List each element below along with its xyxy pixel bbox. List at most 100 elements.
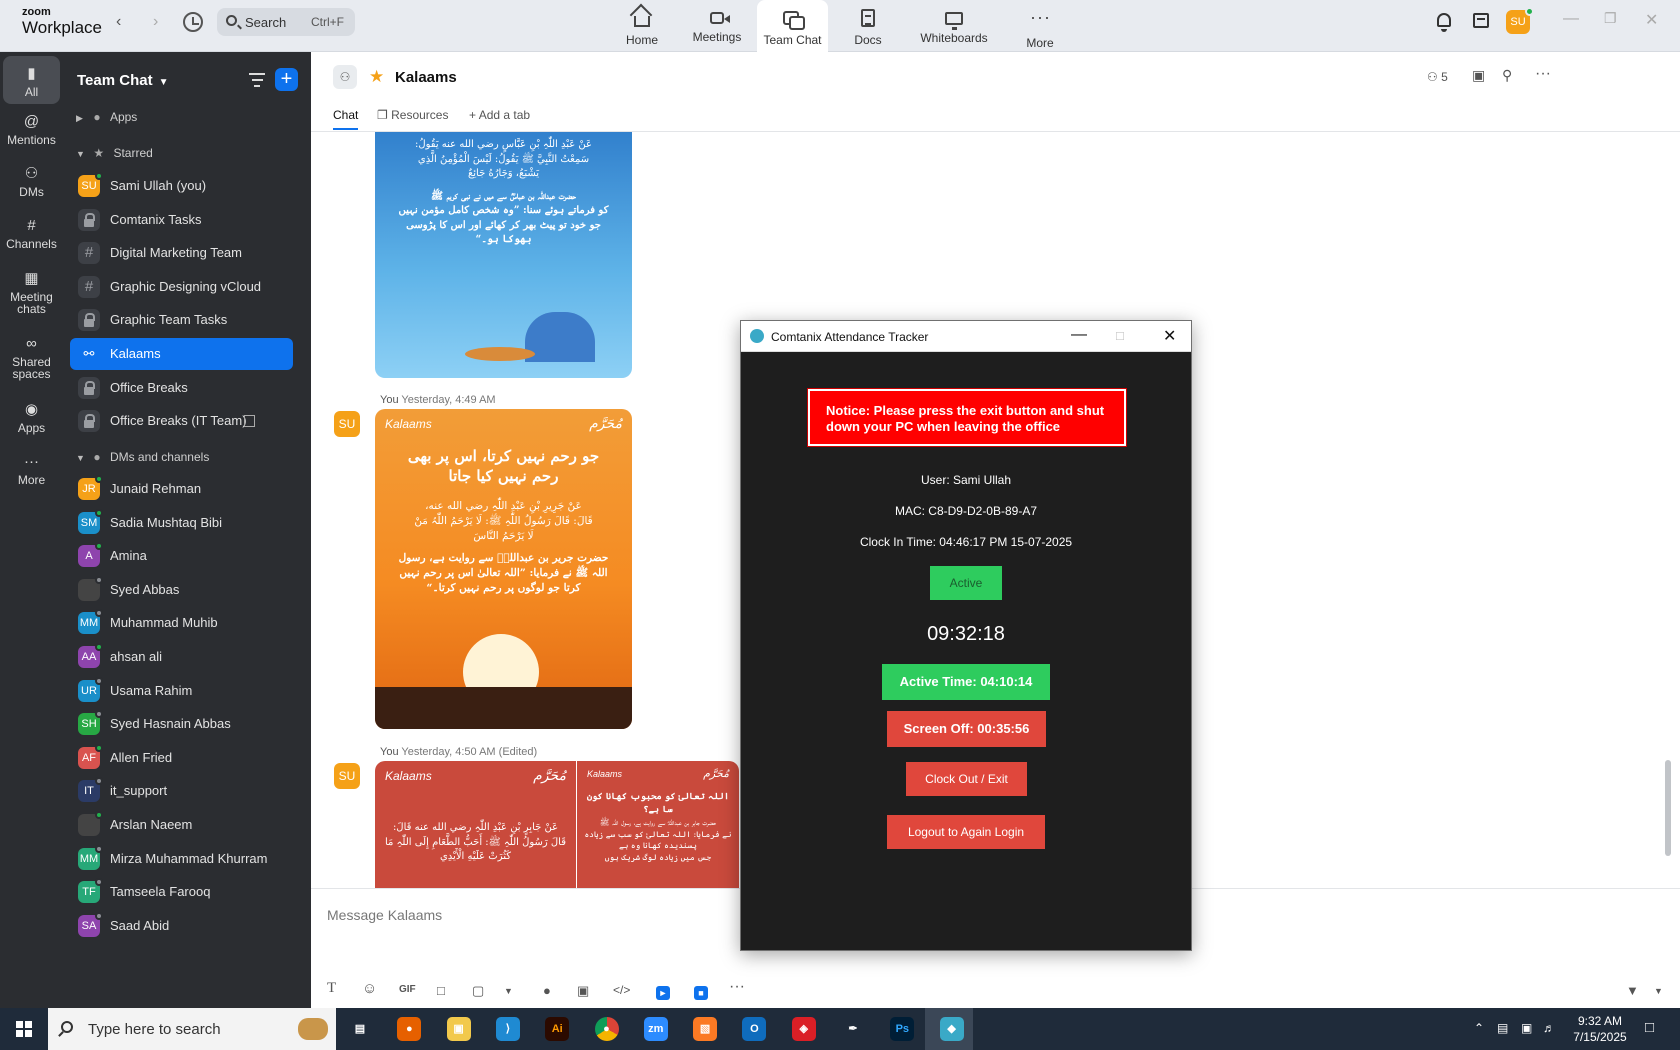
zoom-app-icon[interactable]: ■ bbox=[694, 986, 708, 1000]
tab-chat[interactable]: Chat bbox=[333, 108, 359, 130]
creative-cloud-icon[interactable]: ◈ bbox=[791, 1017, 816, 1041]
search-input[interactable]: Search Ctrl+F bbox=[217, 8, 355, 36]
starred-section[interactable]: ▼ ★ Starred bbox=[76, 146, 153, 160]
sidebar-item-dm-13[interactable]: SA Saad Abid bbox=[70, 910, 293, 942]
attendance-tracker-icon[interactable]: ◆ bbox=[939, 1017, 964, 1041]
tab-team-chat[interactable]: Team Chat bbox=[757, 0, 828, 53]
tab-add[interactable]: + Add a tab bbox=[469, 108, 530, 122]
sidebar-item-dm-6[interactable]: UR Usama Rahim bbox=[70, 675, 293, 707]
sidebar-item-starred-2[interactable]: # Digital Marketing Team bbox=[70, 237, 293, 269]
notification-center-icon[interactable]: □ bbox=[1645, 1019, 1654, 1036]
audio-icon[interactable]: ● bbox=[543, 983, 551, 998]
new-chat-button[interactable]: + bbox=[275, 68, 298, 91]
send-options-icon[interactable]: ▼ bbox=[1626, 983, 1639, 998]
video-call-icon[interactable]: ▣ bbox=[1472, 67, 1485, 84]
volume-icon[interactable]: ♬ bbox=[1543, 1021, 1555, 1035]
chevron-down-icon[interactable]: ▼ bbox=[504, 986, 513, 996]
rail-channels[interactable]: # Channels bbox=[3, 218, 60, 251]
search-icon[interactable]: ⚲ bbox=[1502, 67, 1512, 84]
pen-tool-icon[interactable]: ✒ bbox=[841, 1017, 865, 1041]
zoom-icon[interactable]: zm bbox=[643, 1017, 668, 1041]
sidebar-item-dm-0[interactable]: JR Junaid Rehman bbox=[70, 473, 293, 505]
notifications-bell-icon[interactable] bbox=[1437, 13, 1451, 32]
message-avatar[interactable]: SU bbox=[334, 411, 360, 437]
sidebar-item-dm-11[interactable]: MM Mirza Muhammad Khurram bbox=[70, 843, 293, 875]
sidebar-item-starred-3[interactable]: # Graphic Designing vCloud bbox=[70, 271, 293, 303]
history-icon[interactable] bbox=[183, 12, 203, 32]
window-close-icon[interactable]: ✕ bbox=[1163, 326, 1176, 346]
outlook-icon[interactable]: O bbox=[742, 1017, 767, 1041]
tab-resources[interactable]: ❐ Resources bbox=[377, 108, 448, 122]
rail-dms[interactable]: ⚇ DMs bbox=[3, 166, 60, 199]
sidebar-item-starred-0[interactable]: SU Sami Ullah (you) bbox=[70, 170, 293, 202]
taskbar-search-input[interactable]: Type here to search bbox=[48, 1008, 336, 1050]
firefox-icon[interactable]: ● bbox=[397, 1017, 422, 1041]
screenshot-icon[interactable]: ▢ bbox=[472, 983, 484, 999]
app-integration-icon[interactable]: ► bbox=[656, 986, 670, 1000]
text-format-icon[interactable]: T bbox=[327, 980, 336, 997]
members-button[interactable]: ⚇ 5 bbox=[1427, 70, 1448, 84]
sidebar-item-dm-7[interactable]: SH Syed Hasnain Abbas bbox=[70, 708, 293, 740]
attendance-title-bar[interactable]: Comtanix Attendance Tracker — □ ✕ bbox=[741, 321, 1191, 352]
code-snippet-icon[interactable]: </> bbox=[613, 983, 630, 997]
tab-whiteboards[interactable]: Whiteboards bbox=[913, 0, 995, 52]
sidebar-item-starred-1[interactable]: Comtanix Tasks bbox=[70, 204, 293, 236]
rail-meeting-chats[interactable]: ▦ Meeting chats bbox=[3, 271, 60, 316]
dms-section[interactable]: ▼ ● DMs and channels bbox=[76, 450, 209, 464]
back-arrow-icon[interactable]: ‹ bbox=[116, 13, 121, 31]
sidebar-item-dm-10[interactable]: Arslan Naeem bbox=[70, 809, 293, 841]
user-avatar[interactable]: SU bbox=[1506, 7, 1534, 34]
sidebar-item-dm-12[interactable]: TF Tamseela Farooq bbox=[70, 876, 293, 908]
filter-icon[interactable] bbox=[249, 73, 265, 91]
message-avatar[interactable]: SU bbox=[334, 763, 360, 789]
gif-button[interactable]: GIF bbox=[399, 984, 416, 995]
rail-mentions[interactable]: @ Mentions bbox=[3, 114, 60, 147]
window-minimize-icon[interactable]: — bbox=[1563, 10, 1579, 28]
rail-shared-spaces[interactable]: ∞ Shared spaces bbox=[3, 336, 60, 381]
message-image[interactable]: Kalaams مُحَرَّم جو رحم نہیں کرتا، اس پر… bbox=[375, 409, 632, 729]
vscode-icon[interactable]: ⟩ bbox=[495, 1017, 520, 1041]
photoshop-icon[interactable]: Ps bbox=[890, 1017, 915, 1041]
tab-meetings[interactable]: Meetings bbox=[681, 0, 753, 52]
windows-start-icon[interactable] bbox=[16, 1021, 32, 1037]
sidebar-item-dm-8[interactable]: AF Allen Fried bbox=[70, 742, 293, 774]
sidebar-item-dm-1[interactable]: SM Sadia Mushtaq Bibi bbox=[70, 507, 293, 539]
sidebar-item-dm-5[interactable]: AA ahsan ali bbox=[70, 641, 293, 673]
window-maximize-icon[interactable]: ❐ bbox=[1604, 10, 1617, 27]
show-hidden-icons[interactable]: ⌃ bbox=[1474, 1021, 1484, 1035]
file-explorer-icon[interactable]: ▣ bbox=[446, 1017, 471, 1041]
illustrator-icon[interactable]: Ai bbox=[545, 1017, 570, 1041]
sidebar-item-dm-9[interactable]: IT it_support bbox=[70, 775, 293, 807]
starred-icon[interactable]: ★ bbox=[369, 67, 384, 87]
message-image[interactable]: Kalaams مُحَرَّم اللہ تعالیٰ کو محبوب کھ… bbox=[577, 761, 739, 888]
wifi-icon[interactable]: ▣ bbox=[1521, 1021, 1532, 1035]
clock-out-button[interactable]: Clock Out / Exit bbox=[906, 762, 1027, 796]
window-close-icon[interactable]: ✕ bbox=[1645, 10, 1658, 30]
rail-all[interactable]: ▮ All bbox=[3, 56, 60, 104]
sidebar-item-starred-7[interactable]: Office Breaks (IT Team) bbox=[70, 405, 293, 437]
logout-button[interactable]: Logout to Again Login bbox=[887, 815, 1045, 849]
rail-more[interactable]: ··· More bbox=[3, 454, 60, 487]
task-view-icon[interactable]: ▤ bbox=[348, 1017, 372, 1041]
sidebar-item-dm-4[interactable]: MM Muhammad Muhib bbox=[70, 607, 293, 639]
emoji-icon[interactable]: ☺ bbox=[362, 980, 377, 997]
forward-arrow-icon[interactable]: › bbox=[153, 13, 158, 31]
sidebar-item-dm-2[interactable]: A Amina bbox=[70, 540, 293, 572]
sidebar-item-starred-5[interactable]: ⚯ Kalaams bbox=[70, 338, 293, 370]
message-scrollbar[interactable] bbox=[1665, 760, 1671, 856]
sidebar-item-starred-4[interactable]: Graphic Team Tasks bbox=[70, 304, 293, 336]
tab-docs[interactable]: Docs bbox=[832, 0, 904, 52]
more-options-icon[interactable]: ··· bbox=[1535, 65, 1551, 83]
network-icon[interactable]: ▤ bbox=[1497, 1021, 1508, 1035]
chat-title[interactable]: Kalaams bbox=[395, 69, 457, 86]
message-image[interactable]: عَنْ عَبْدِ اللّٰہِ بْنِ عَبَّاسٍ رضي ال… bbox=[375, 132, 632, 378]
tab-more[interactable]: ··· More bbox=[1004, 0, 1076, 52]
window-minimize-icon[interactable]: — bbox=[1071, 326, 1087, 344]
sidebar-item-starred-6[interactable]: Office Breaks bbox=[70, 372, 293, 404]
sidebar-title[interactable]: Team Chat ▼ bbox=[77, 72, 168, 89]
file-icon[interactable]: □ bbox=[437, 983, 445, 998]
chevron-down-icon[interactable]: ▼ bbox=[1654, 986, 1663, 996]
more-tools-icon[interactable]: ··· bbox=[729, 978, 745, 996]
system-clock[interactable]: 9:32 AM 7/15/2025 bbox=[1569, 1013, 1631, 1045]
video-message-icon[interactable]: ▣ bbox=[577, 983, 589, 999]
